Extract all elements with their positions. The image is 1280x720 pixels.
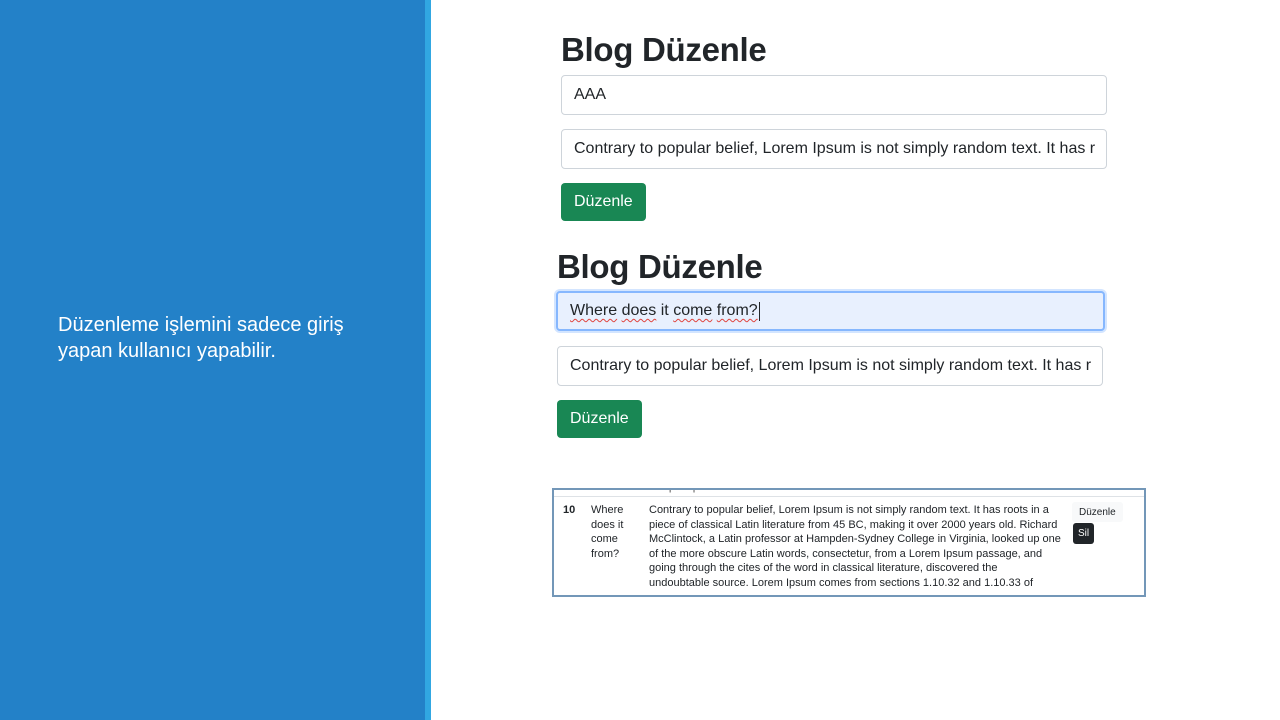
row-divider [554,496,1144,497]
slide-accent-stripe [425,0,431,720]
form-2-title: Blog Düzenle [557,248,763,285]
title-word: it [660,302,669,319]
title-word: does [621,302,657,319]
table-edit-button[interactable]: Düzenle [1072,502,1123,522]
table-cell-content: Contrary to popular belief, Lorem Ipsum … [649,504,1061,589]
form-1-edit-button[interactable]: Düzenle [561,183,646,221]
clipped-previous-row-text: ursquseq [650,490,695,493]
title-word: from? [716,302,758,319]
slide-description: Düzenleme işlemini sadece giriş yapan ku… [58,314,344,362]
title-word: come [673,302,713,319]
form-2-content-input[interactable]: Contrary to popular belief, Lorem Ipsum … [557,346,1103,386]
title-word: Where [570,302,618,319]
table-cell-id: 10 [563,504,576,516]
form-2-edit-button[interactable]: Düzenle [557,400,642,438]
blog-table-snippet: ursquseq 10 Where does it come from? Con… [552,488,1146,597]
form-1-title-input[interactable]: AAA [561,75,1107,115]
table-delete-button[interactable]: Sil [1073,523,1095,544]
text-caret [758,301,760,321]
form-1-title: Blog Düzenle [561,31,767,68]
form-2-title-input[interactable]: Where does it come from? [556,291,1105,331]
table-cell-title: Where does it come from? [591,504,624,560]
slide-left-panel: Düzenleme işlemini sadece giriş yapan ku… [0,0,425,720]
form-1-content-input[interactable]: Contrary to popular belief, Lorem Ipsum … [561,129,1107,169]
